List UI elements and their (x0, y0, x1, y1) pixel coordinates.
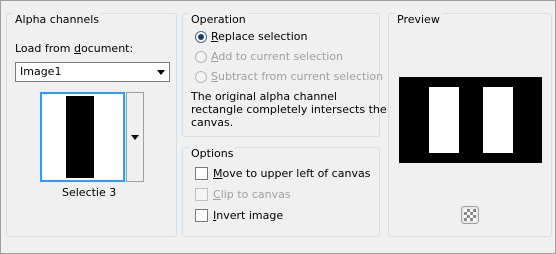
document-select[interactable]: Image1 (15, 62, 170, 82)
invert-image-checkbox[interactable] (195, 209, 208, 222)
clip-to-canvas-checkbox[interactable] (195, 188, 208, 201)
preview-title: Preview (395, 13, 442, 27)
subtract-from-selection-label[interactable]: Subtract from current selection (211, 70, 383, 83)
operation-group: Operation Replace selection Add to curre… (182, 13, 387, 137)
channel-name-label: Selectie 3 (62, 186, 117, 199)
alpha-channels-group: Alpha channels Load from document: Image… (6, 13, 177, 237)
channel-thumbnail-image (44, 96, 121, 178)
move-to-upper-left-label[interactable]: Move to upper left of canvas (213, 167, 370, 180)
replace-selection-radio[interactable] (195, 31, 207, 43)
preview-group: Preview (388, 13, 552, 237)
add-to-selection-radio[interactable] (195, 51, 207, 63)
channel-thumbnail[interactable] (40, 92, 125, 182)
alpha-channels-title: Alpha channels (13, 13, 102, 27)
channel-dropdown-button[interactable] (126, 92, 144, 182)
chevron-down-icon (131, 135, 139, 140)
preview-white-bar-right (483, 87, 513, 153)
operation-title: Operation (189, 13, 248, 27)
options-group: Options Move to upper left of canvas Cli… (182, 147, 380, 237)
operation-note: The original alpha channel rectangle com… (191, 90, 387, 129)
add-to-selection-label[interactable]: Add to current selection (211, 50, 343, 63)
checkerboard-icon[interactable] (461, 206, 479, 224)
thumbnail-white-bar-right (94, 96, 121, 178)
preview-white-bar-left (429, 87, 459, 153)
invert-image-label[interactable]: Invert image (213, 209, 283, 222)
dialog-frame: Alpha channels Load from document: Image… (0, 0, 556, 254)
subtract-from-selection-radio[interactable] (195, 71, 207, 83)
clip-to-canvas-label[interactable]: Clip to canvas (213, 188, 291, 201)
chevron-down-icon (157, 70, 165, 75)
thumbnail-white-bar-left (44, 96, 66, 178)
move-to-upper-left-checkbox[interactable] (195, 167, 208, 180)
options-title: Options (189, 147, 236, 161)
replace-selection-label[interactable]: Replace selection (211, 30, 307, 43)
document-select-value: Image1 (20, 65, 62, 78)
load-from-document-label: Load from document: (15, 42, 134, 55)
preview-image (399, 77, 542, 163)
